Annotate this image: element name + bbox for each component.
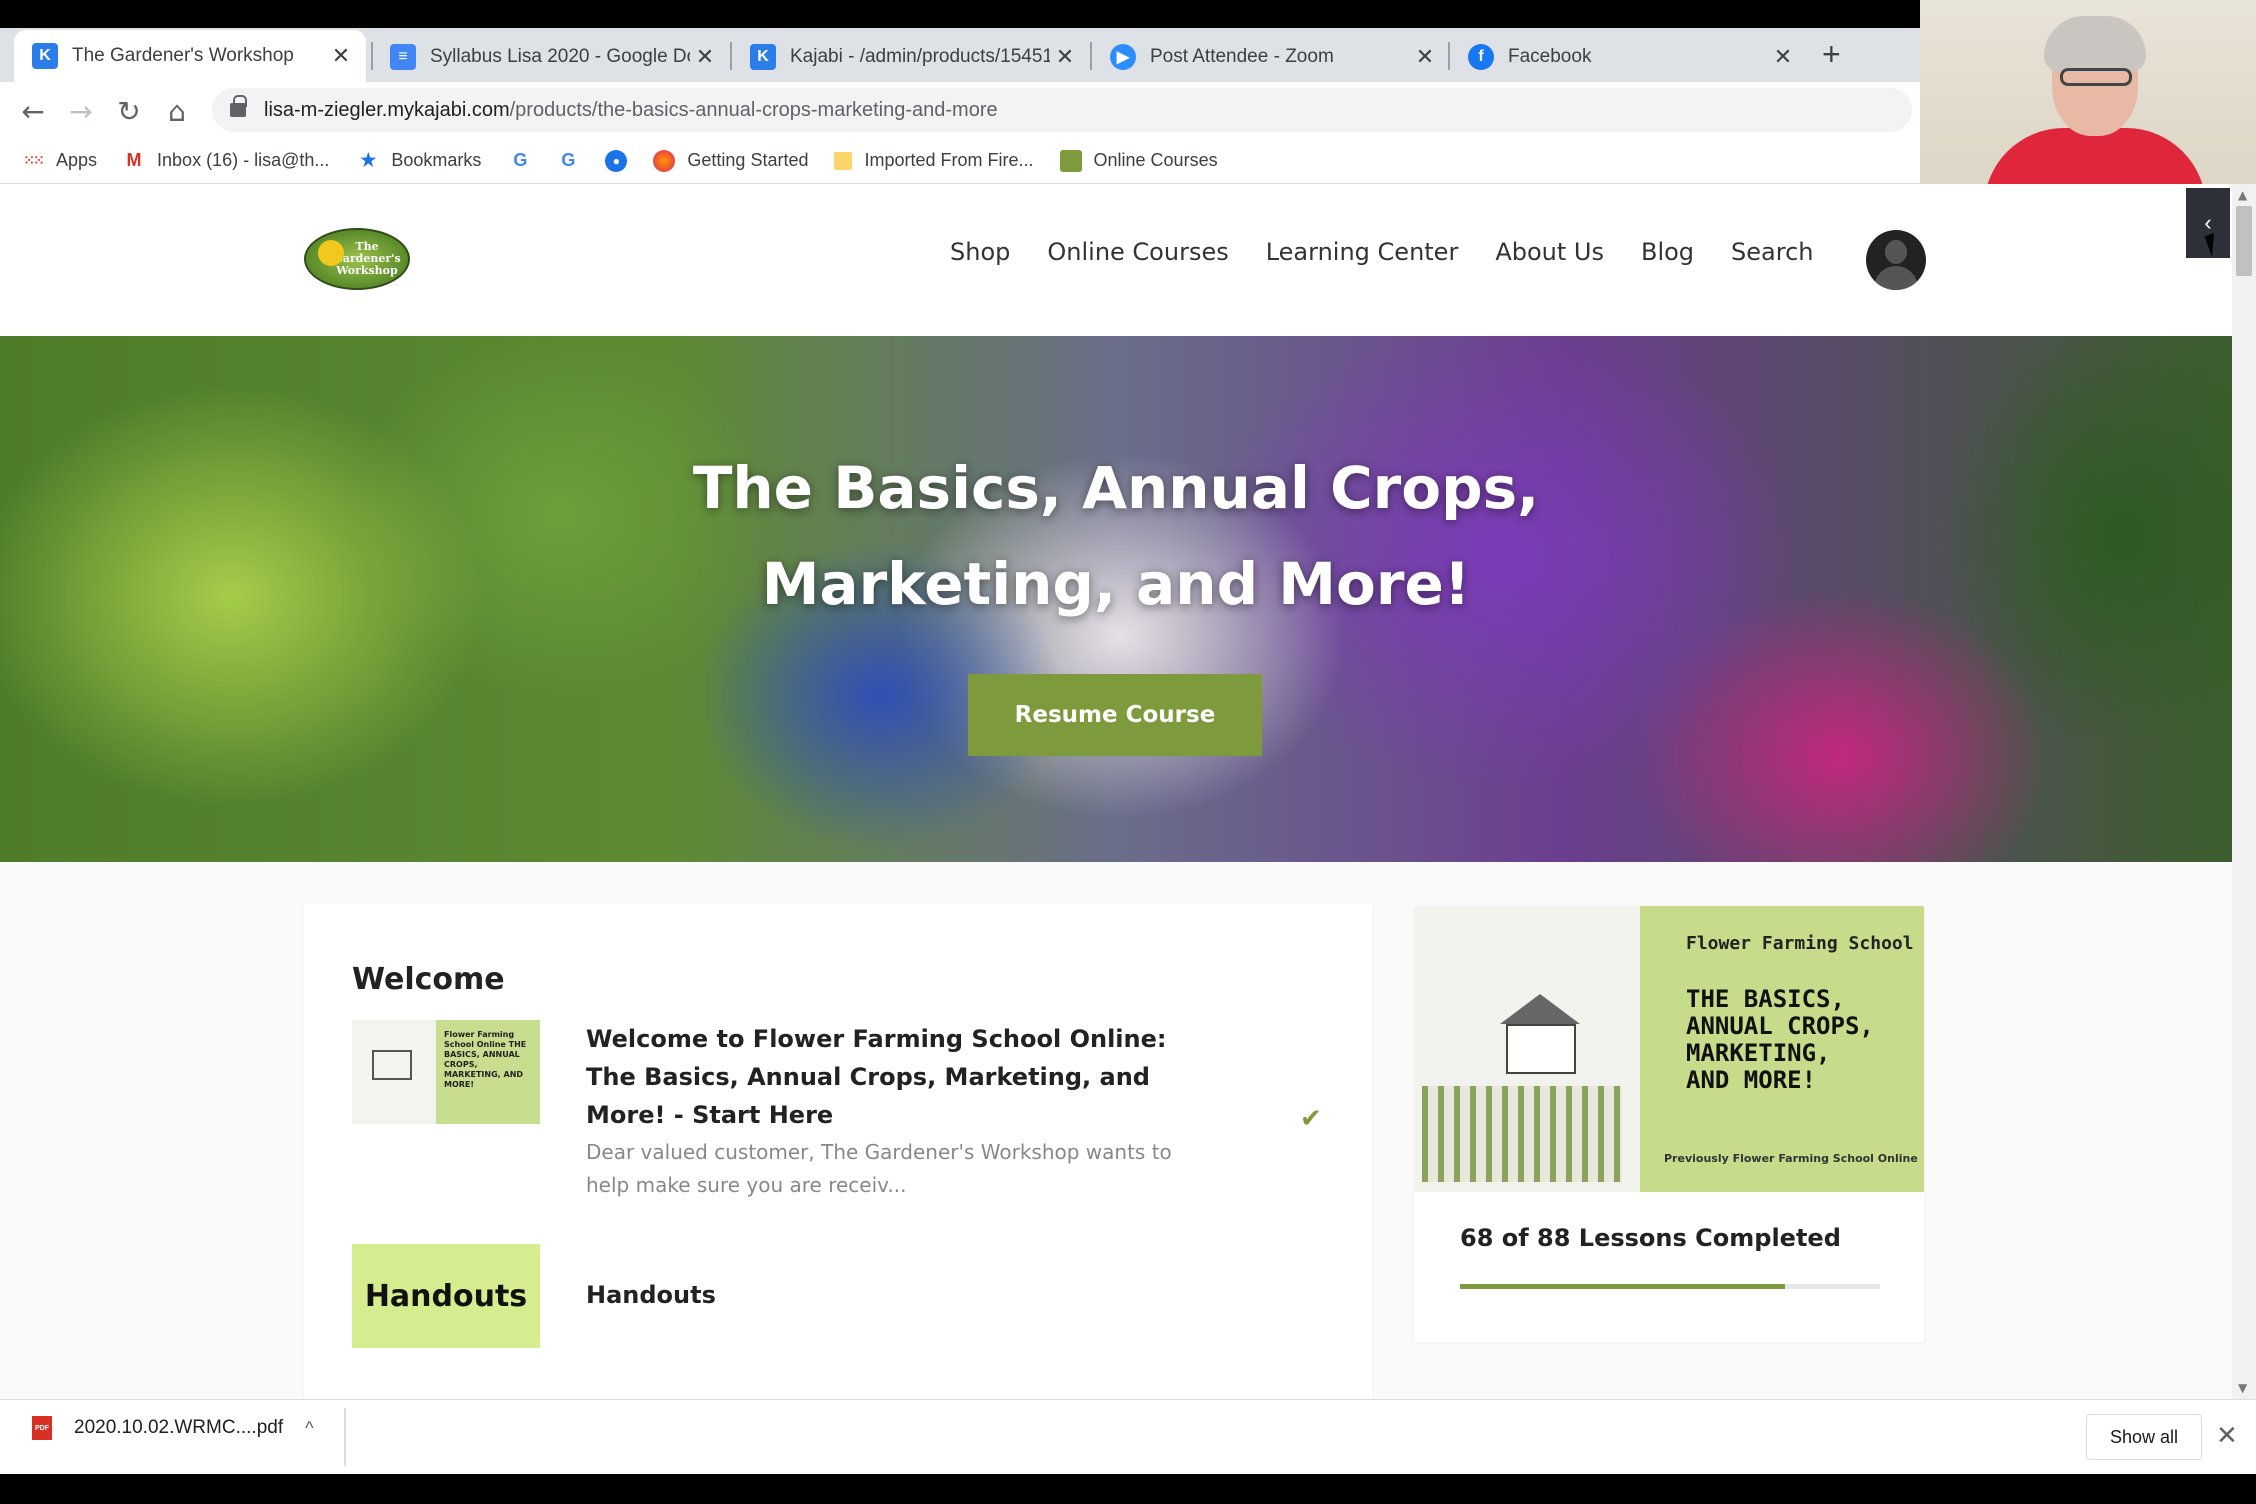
course-progress-card: Flower Farming School Online: THE BASICS… <box>1414 906 1924 1342</box>
google-icon: G <box>561 150 576 170</box>
tab-kajabi-admin[interactable]: K Kajabi - /admin/products/15451 ✕ <box>732 34 1090 80</box>
tab-syllabus[interactable]: ≡ Syllabus Lisa 2020 - Google Docs ✕ <box>372 34 730 80</box>
site-logo[interactable]: The Gardener's Workshop <box>304 228 410 290</box>
webcam-video-overlay <box>1920 0 2256 188</box>
site-icon <box>1059 149 1082 172</box>
pdf-file-icon: PDF <box>32 1416 52 1440</box>
page-scrollbar[interactable]: ▲ ▼ <box>2232 184 2256 1399</box>
checkmark-icon: ✔ <box>1300 1104 1322 1134</box>
nav-blog[interactable]: Blog <box>1641 238 1694 266</box>
bookmarks-bar: ⁙⁙ Apps M Inbox (16) - lisa@th... ★ Book… <box>0 138 1920 184</box>
course-cover-image: Flower Farming School Online: THE BASICS… <box>1414 906 1924 1192</box>
bookmark-online-courses[interactable]: Online Courses <box>1059 149 1218 172</box>
sunflower-icon <box>318 240 344 266</box>
scroll-up-icon[interactable]: ▲ <box>2238 188 2247 202</box>
farm-sketch-icon <box>352 1020 436 1124</box>
nav-about-us[interactable]: About Us <box>1495 238 1604 266</box>
lock-icon <box>230 95 247 117</box>
module-panel: Welcome Flower Farming School Online THE… <box>304 904 1372 1399</box>
scroll-down-icon[interactable]: ▼ <box>2238 1381 2247 1395</box>
show-all-button[interactable]: Show all <box>2086 1414 2202 1460</box>
bookmark-imported-folder[interactable]: Imported From Fire... <box>834 150 1034 171</box>
bookmark-google-1[interactable]: G <box>509 150 543 172</box>
progress-text: 68 of 88 Lessons Completed <box>1460 1224 1841 1252</box>
apps-grid-icon: ⁙⁙ <box>23 152 44 168</box>
reload-icon[interactable]: ↻ <box>112 94 146 128</box>
scrollbar-thumb[interactable] <box>2236 206 2252 276</box>
resume-course-button[interactable]: Resume Course <box>968 674 1262 756</box>
web-page: The Gardener's Workshop Shop Online Cour… <box>0 184 2232 1399</box>
download-bar: PDF 2020.10.02.WRMC....pdf ^ Show all ✕ <box>0 1399 2256 1474</box>
facebook-icon: f <box>1468 44 1494 70</box>
google-docs-icon: ≡ <box>390 44 416 70</box>
nav-online-courses[interactable]: Online Courses <box>1047 238 1228 266</box>
lesson-title[interactable]: Handouts <box>586 1276 1176 1314</box>
bookmark-account[interactable]: ● <box>605 149 639 172</box>
lesson-item[interactable]: Handouts Handouts <box>352 1244 1352 1354</box>
folder-icon <box>834 151 853 170</box>
tab-facebook[interactable]: f Facebook ✕ <box>1450 34 1808 80</box>
bookmark-google-2[interactable]: G <box>557 150 591 172</box>
bookmark-bookmarks[interactable]: ★ Bookmarks <box>357 150 481 172</box>
cover-caption: Previously Flower Farming School Online <box>1664 1152 1918 1165</box>
kajabi-icon: K <box>750 44 776 70</box>
account-icon: ● <box>605 149 628 172</box>
firefox-icon <box>653 149 676 172</box>
nav-search[interactable]: Search <box>1731 238 1813 266</box>
bookmark-inbox[interactable]: M Inbox (16) - lisa@th... <box>123 150 330 172</box>
url-path: /products/the-basics-annual-crops-market… <box>509 98 998 121</box>
kajabi-icon: K <box>32 43 58 69</box>
cover-subtitle: Flower Farming School Online: <box>1686 933 1924 954</box>
download-separator <box>344 1408 346 1466</box>
tab-gardeners-workshop[interactable]: K The Gardener's Workshop ✕ <box>14 30 366 82</box>
screen-top-edge <box>0 0 2256 28</box>
address-bar[interactable]: lisa-m-ziegler.mykajabi.com/products/the… <box>212 88 1912 132</box>
close-icon[interactable]: ✕ <box>2216 1420 2238 1451</box>
close-tab-icon[interactable]: ✕ <box>690 44 720 70</box>
bookmark-apps[interactable]: ⁙⁙ Apps <box>22 150 97 172</box>
chevron-up-icon[interactable]: ^ <box>305 1418 313 1439</box>
hero-title-line2: Marketing, and More! <box>761 550 1471 618</box>
back-arrow-icon[interactable]: ← <box>16 94 50 128</box>
close-tab-icon[interactable]: ✕ <box>1050 44 1080 70</box>
tab-zoom[interactable]: ▶ Post Attendee - Zoom ✕ <box>1092 34 1450 80</box>
progress-bar-fill <box>1460 1284 1785 1289</box>
lesson-title[interactable]: Welcome to Flower Farming School Online:… <box>586 1020 1176 1134</box>
main-nav: Shop Online Courses Learning Center Abou… <box>950 238 1851 266</box>
site-header: The Gardener's Workshop Shop Online Cour… <box>0 184 2232 336</box>
new-tab-button[interactable]: + <box>1822 36 1841 73</box>
download-filename: 2020.10.02.WRMC....pdf <box>74 1417 284 1438</box>
gmail-icon: M <box>126 150 142 170</box>
zoom-icon: ▶ <box>1110 44 1136 70</box>
close-tab-icon[interactable]: ✕ <box>1768 44 1798 70</box>
nav-learning-center[interactable]: Learning Center <box>1266 238 1459 266</box>
close-tab-icon[interactable]: ✕ <box>1410 44 1440 70</box>
close-tab-icon[interactable]: ✕ <box>326 43 356 69</box>
farm-sketch-icon <box>1414 906 1640 1192</box>
hero-title-line1: The Basics, Annual Crops, <box>692 454 1540 522</box>
star-icon: ★ <box>360 150 377 170</box>
screen-bottom-edge <box>0 1474 2256 1504</box>
cover-title: THE BASICS, ANNUAL CROPS, MARKETING, AND… <box>1686 985 1874 1094</box>
lesson-description: Dear valued customer, The Gardener's Wor… <box>586 1140 1172 1197</box>
lesson-thumbnail: Handouts <box>352 1244 540 1348</box>
url-host: lisa-m-ziegler.mykajabi.com <box>264 98 510 121</box>
home-icon[interactable]: ⌂ <box>160 94 194 128</box>
lesson-item[interactable]: Flower Farming School Online THE BASICS,… <box>352 1020 1352 1220</box>
google-icon: G <box>513 150 528 170</box>
forward-arrow-icon[interactable]: → <box>64 94 98 128</box>
bookmark-getting-started[interactable]: Getting Started <box>653 149 808 172</box>
progress-bar <box>1460 1284 1880 1289</box>
download-item[interactable]: PDF 2020.10.02.WRMC....pdf ^ <box>32 1416 314 1440</box>
user-avatar[interactable] <box>1866 230 1926 290</box>
nav-shop[interactable]: Shop <box>950 238 1010 266</box>
module-title: Welcome <box>352 962 505 997</box>
lesson-thumbnail: Flower Farming School Online THE BASICS,… <box>352 1020 540 1124</box>
course-hero: The Basics, Annual Crops, Marketing, and… <box>0 336 2232 862</box>
